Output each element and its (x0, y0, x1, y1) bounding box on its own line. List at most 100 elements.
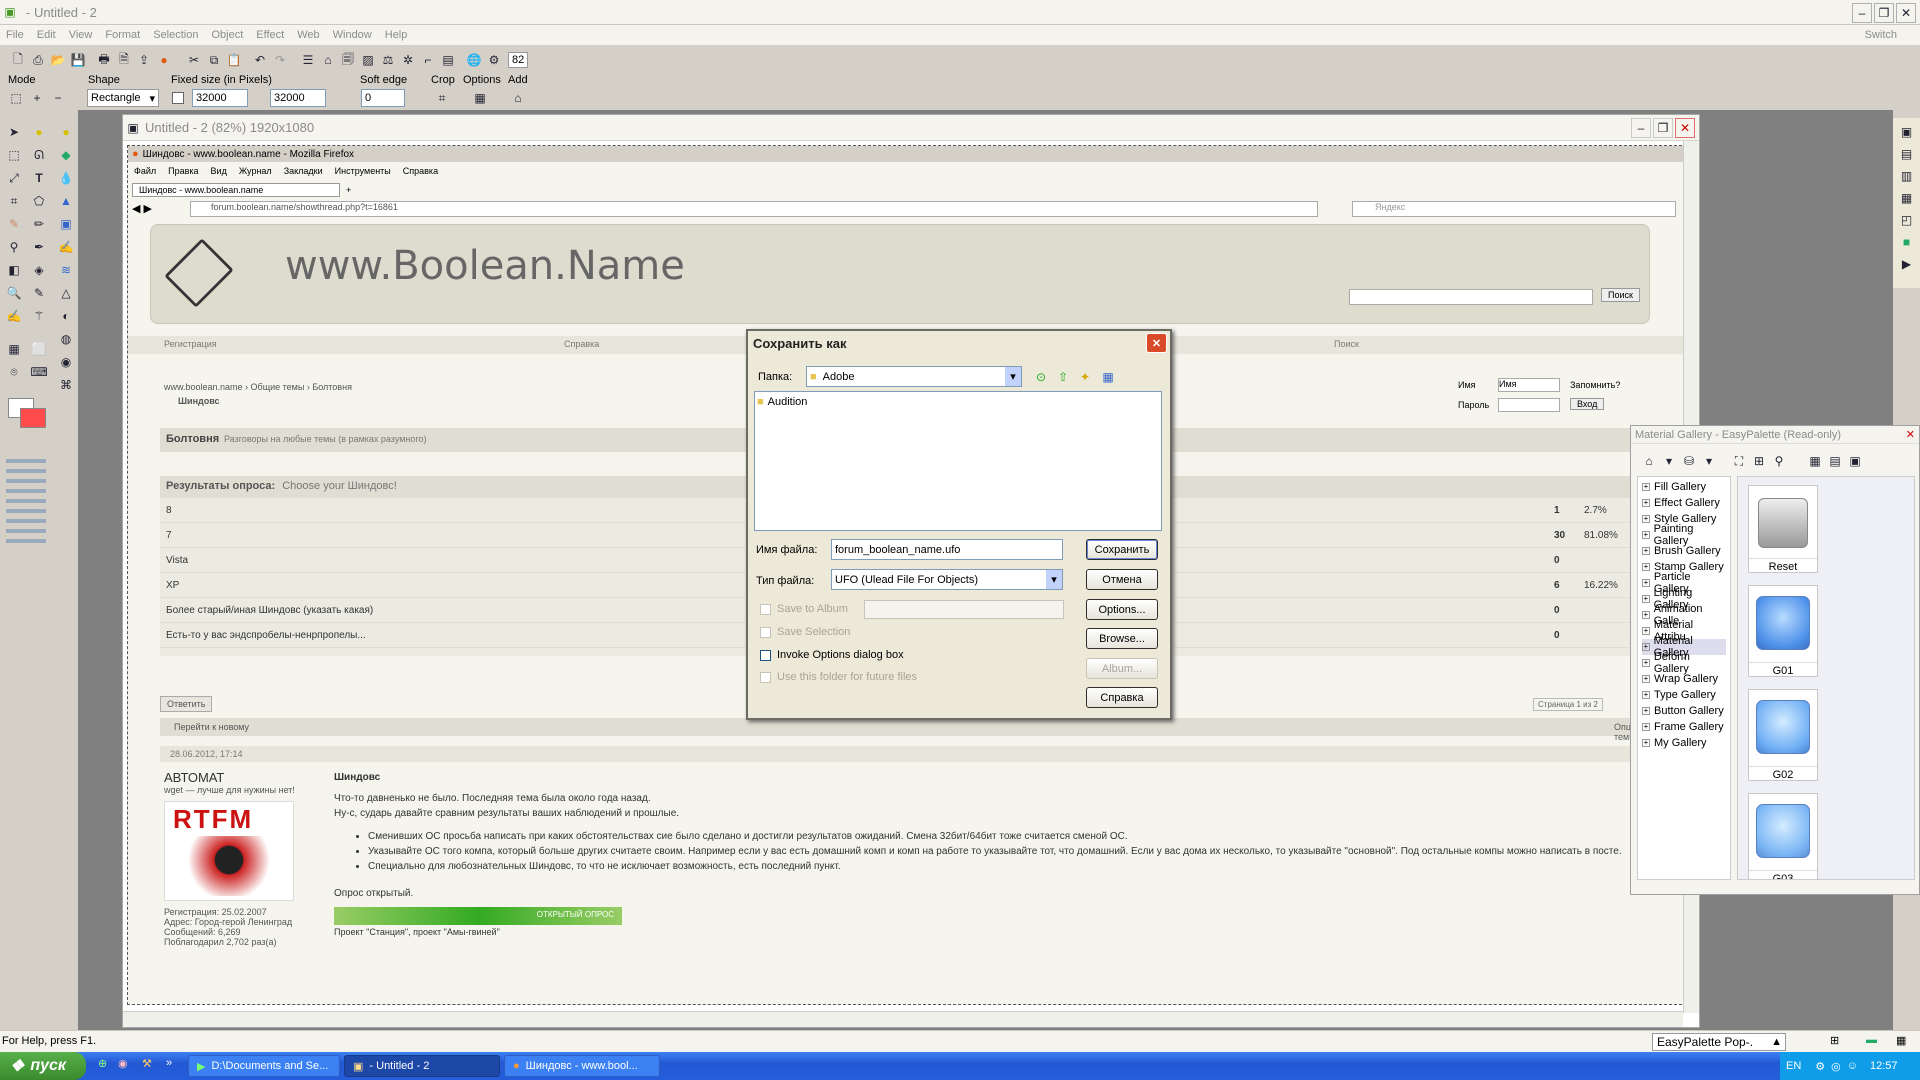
tools-icon[interactable]: ⚙ (484, 50, 504, 70)
gallery-tree-item[interactable]: + Effect Gallery (1642, 495, 1726, 511)
swatch-g01[interactable]: G01 (1748, 585, 1818, 677)
paint-icon[interactable]: ✎ (4, 214, 24, 234)
new-icon[interactable]: 🗋 (8, 50, 28, 70)
transform-tool-icon[interactable]: ⤢ (4, 168, 24, 188)
restore-button[interactable]: ❐ (1874, 3, 1894, 23)
sharpen-icon[interactable]: △ (56, 283, 76, 303)
menu-edit[interactable]: Edit (37, 29, 56, 41)
doc-close-button[interactable]: ✕ (1675, 118, 1695, 138)
menu-web[interactable]: Web (297, 29, 319, 41)
open-icon[interactable]: 📂 (48, 50, 68, 70)
menu-help[interactable]: Help (385, 29, 408, 41)
gallery-tree-item[interactable]: + Frame Gallery (1642, 719, 1726, 735)
path-icon[interactable]: ⚚ (29, 306, 49, 326)
print-icon[interactable]: 🖶 (94, 50, 114, 70)
new-folder-icon[interactable]: ✦ (1075, 367, 1095, 387)
language-indicator[interactable]: EN (1786, 1060, 1801, 1072)
gallery-tree-item[interactable]: + Wrap Gallery (1642, 671, 1726, 687)
align-icon[interactable]: ☰ (298, 50, 318, 70)
crop-tool-icon[interactable]: ⌗ (4, 191, 24, 211)
blur-icon[interactable]: ≋ (56, 260, 76, 280)
doc-restore-button[interactable]: ❐ (1653, 118, 1673, 138)
width-field[interactable]: 32000 (192, 89, 248, 107)
add-icon[interactable]: ⌂ (508, 88, 528, 108)
gallery-disk-icon[interactable]: ⛁ (1679, 451, 1699, 471)
gallery-tree-item[interactable]: + Type Gallery (1642, 687, 1726, 703)
mode-add-icon[interactable]: + (27, 88, 47, 108)
minimize-button[interactable]: – (1852, 3, 1872, 23)
doc-hscrollbar[interactable] (123, 1011, 1683, 1027)
chevron-down-icon[interactable]: ▾ (1659, 451, 1679, 471)
tray-icon[interactable]: ⚙ (1815, 1060, 1825, 1073)
gallery-tree-item[interactable]: + My Gallery (1642, 735, 1726, 751)
menu-view[interactable]: View (69, 29, 93, 41)
transform-icon[interactable]: ⚖ (378, 50, 398, 70)
start-button[interactable]: ❖ пуск (0, 1052, 86, 1080)
retouch-icon[interactable]: ✒ (29, 237, 49, 257)
bulb2-icon[interactable]: ● (56, 122, 76, 142)
switch-button[interactable]: Switch (1865, 29, 1897, 41)
height-field[interactable]: 32000 (270, 89, 326, 107)
panel-icon[interactable]: ▥ (1897, 166, 1917, 186)
filename-input[interactable]: forum_boolean_name.ufo (831, 539, 1063, 560)
perspective-icon[interactable]: ⬠ (29, 191, 49, 211)
menu-selection[interactable]: Selection (153, 29, 198, 41)
quicklaunch-icon[interactable]: ⚒ (142, 1057, 152, 1070)
scan-icon[interactable]: ⎙ (28, 50, 48, 70)
export-icon[interactable]: ⇪ (134, 50, 154, 70)
zoom-box[interactable]: 82 (508, 52, 529, 68)
menu-window[interactable]: Window (333, 29, 372, 41)
pen-icon[interactable]: ✍ (4, 306, 24, 326)
easypalette-popup[interactable]: EasyPalette Pop-. ▲ (1652, 1033, 1786, 1051)
fill-icon[interactable]: ◈ (29, 260, 49, 280)
menu-format[interactable]: Format (105, 29, 140, 41)
foreground-color-swatch[interactable] (20, 408, 46, 428)
gradient-icon[interactable]: ▲ (56, 191, 76, 211)
panel-icon[interactable]: ◰ (1897, 210, 1917, 230)
file-list-item[interactable]: ■ Audition (755, 392, 1161, 412)
doc-minimize-button[interactable]: – (1631, 118, 1651, 138)
gallery-pin-icon[interactable]: ⚲ (1769, 451, 1789, 471)
gallery-tree-item[interactable]: + Button Gallery (1642, 703, 1726, 719)
folder-select[interactable]: ■ Adobe ▾ (806, 366, 1022, 387)
effect-icon[interactable]: ✲ (398, 50, 418, 70)
gallery-list-icon[interactable]: ▤ (1825, 451, 1845, 471)
selection-tool-icon[interactable]: ⬚ (4, 145, 24, 165)
panel-icon[interactable]: ▣ (1897, 122, 1917, 142)
view-menu-icon[interactable]: ▦ (1098, 367, 1118, 387)
eyedropper-icon[interactable]: ✎ (29, 283, 49, 303)
brush-icon[interactable]: ✏ (29, 214, 49, 234)
smudge-icon[interactable]: ✍ (56, 237, 76, 257)
menu-object[interactable]: Object (211, 29, 243, 41)
gallery-tree-item[interactable]: + Painting Gallery (1642, 523, 1726, 547)
text-tool-icon[interactable]: T (29, 168, 49, 188)
grid-icon[interactable]: ▦ (4, 339, 24, 359)
soft-edge-field[interactable]: 0 (361, 89, 405, 107)
eraser-icon[interactable]: ◧ (4, 260, 24, 280)
options-button[interactable]: Options... (1086, 599, 1158, 620)
dodge-icon[interactable]: ◐ (56, 306, 76, 326)
file-list[interactable]: ■ Audition (754, 391, 1162, 531)
cancel-button[interactable]: Отмена (1086, 569, 1158, 590)
quicklaunch-icon[interactable]: ◉ (118, 1057, 128, 1070)
save-icon[interactable]: 💾 (68, 50, 88, 70)
panel-icon[interactable]: ▶ (1897, 254, 1917, 274)
panel-icon[interactable]: ▤ (1897, 144, 1917, 164)
paste-icon[interactable]: 📋 (224, 50, 244, 70)
frame-icon[interactable]: ▤ (438, 50, 458, 70)
palette-close-icon[interactable]: ✕ (1906, 428, 1915, 441)
view-icon[interactable]: ⌾ (4, 362, 24, 382)
lasso-icon[interactable]: ᘏ (29, 145, 49, 165)
web-icon[interactable]: 🌐 (464, 50, 484, 70)
swatch-g02[interactable]: G02 (1748, 689, 1818, 781)
filetype-select[interactable]: UFO (Ulead File For Objects) ▾ (831, 569, 1063, 590)
task-photoimpact[interactable]: ▣ - Untitled - 2 (344, 1055, 500, 1077)
bulb-icon[interactable]: ● (29, 122, 49, 142)
dialog-close-button[interactable]: ✕ (1146, 333, 1167, 353)
image-icon[interactable]: ▨ (358, 50, 378, 70)
gallery-tree-item[interactable]: + Brush Gallery (1642, 543, 1726, 559)
gallery-detail-icon[interactable]: ▣ (1845, 451, 1865, 471)
quicklaunch-more-icon[interactable]: » (166, 1057, 172, 1069)
drop-icon[interactable]: 💧 (56, 168, 76, 188)
tray-icon[interactable]: ☺ (1847, 1060, 1858, 1072)
